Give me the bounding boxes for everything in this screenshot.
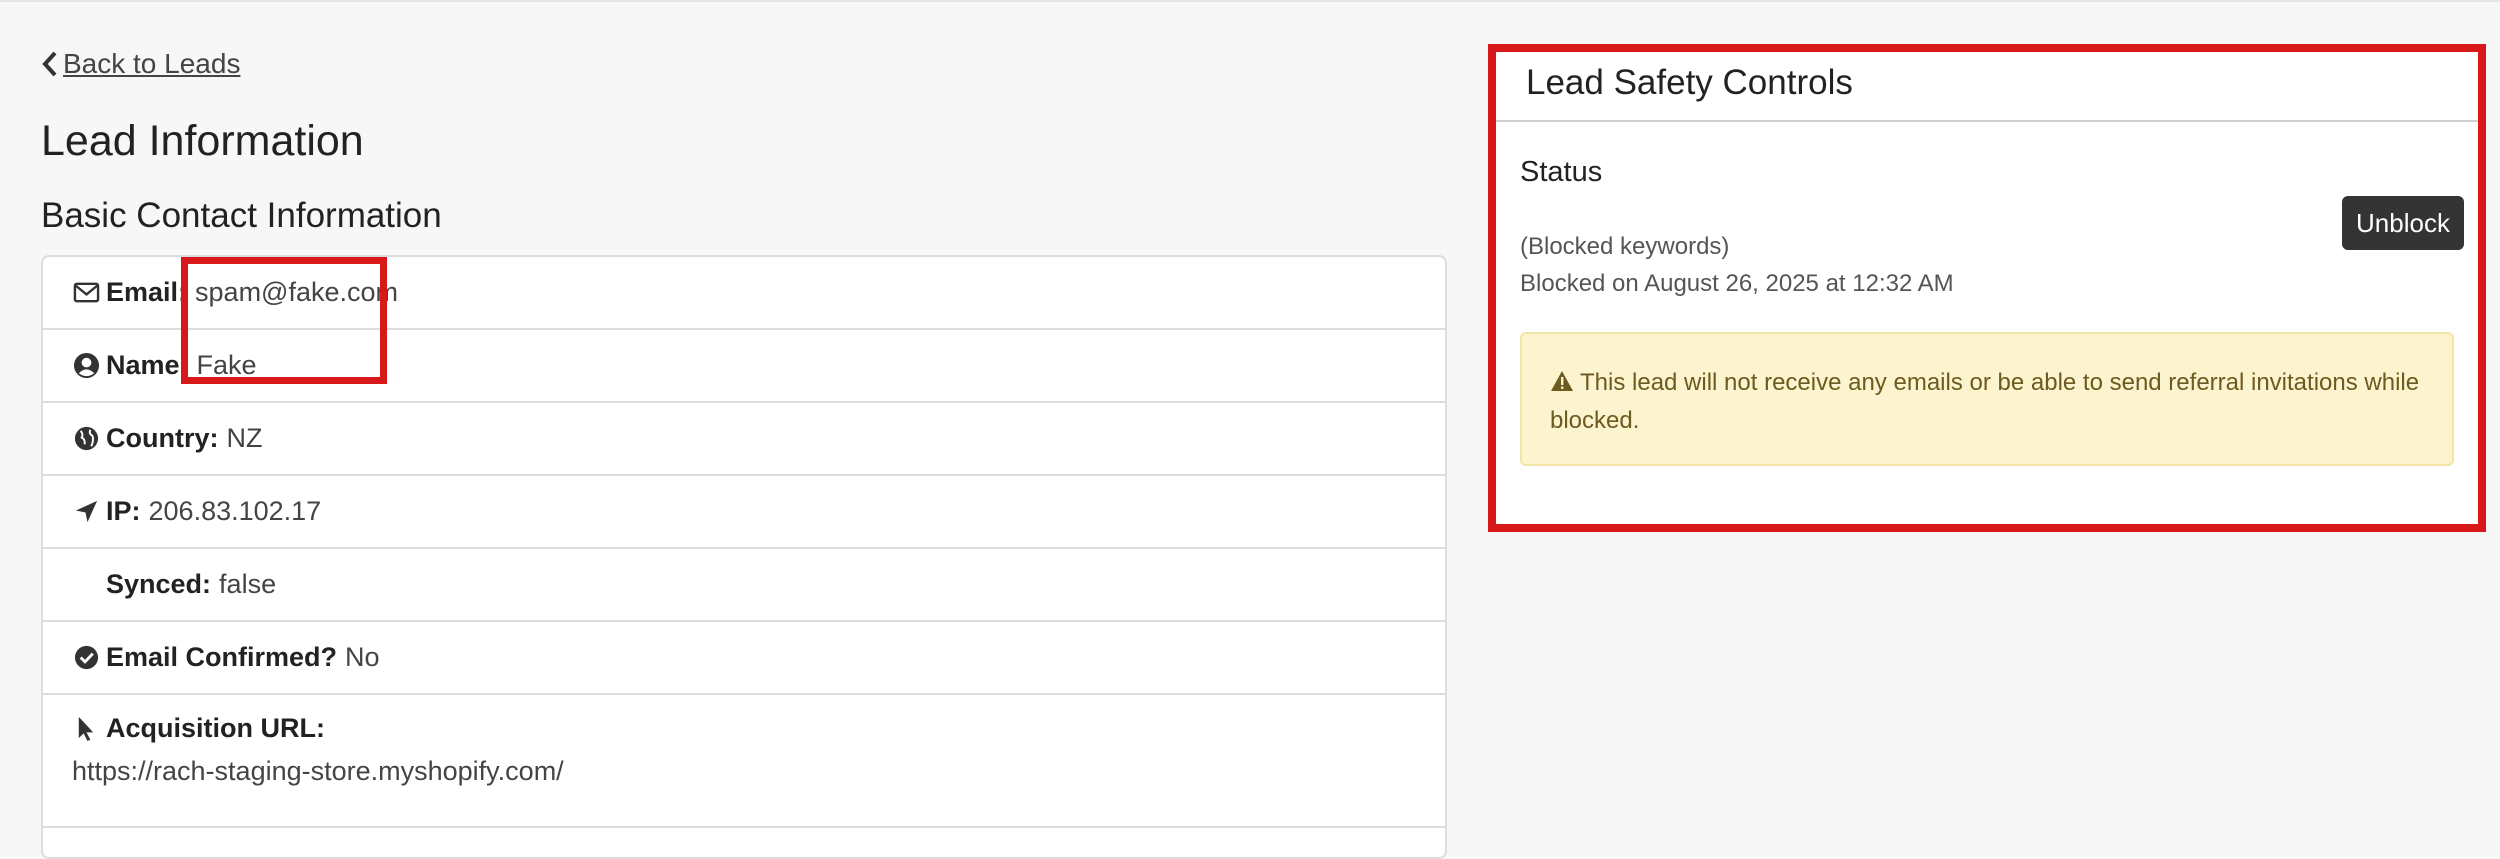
status-label: Status xyxy=(1520,156,1603,188)
synced-label: Synced: xyxy=(106,569,212,599)
back-to-leads-link[interactable]: Back to Leads xyxy=(41,48,240,80)
email-confirmed-value: No xyxy=(345,642,380,672)
user-circle-icon xyxy=(72,352,100,380)
envelope-icon xyxy=(72,279,100,307)
email-confirmed-row: Email Confirmed? No xyxy=(43,622,1445,695)
acquisition-url-row: Acquisition URL: https://rach-staging-st… xyxy=(43,695,1445,828)
chevron-left-icon xyxy=(42,51,57,77)
name-row: Name: Fake xyxy=(43,330,1445,403)
ip-row: IP: 206.83.102.17 xyxy=(43,476,1445,549)
email-label: Email: xyxy=(106,277,188,307)
globe-icon xyxy=(72,425,100,453)
section-title: Basic Contact Information xyxy=(41,196,442,235)
block-warning-alert: This lead will not receive any emails or… xyxy=(1520,332,2454,466)
name-label: Name: xyxy=(106,350,189,380)
back-link-label[interactable]: Back to Leads xyxy=(63,48,240,80)
warning-triangle-icon xyxy=(1551,371,1573,391)
safety-panel-title: Lead Safety Controls xyxy=(1490,46,2484,122)
page-title: Lead Information xyxy=(41,117,364,165)
check-circle-icon xyxy=(72,644,100,672)
blocked-on-date: Blocked on August 26, 2025 at 12:32 AM xyxy=(1520,270,1954,297)
ip-label: IP: xyxy=(106,496,141,526)
lead-safety-panel: Lead Safety Controls Status Unblock (Blo… xyxy=(1490,46,2484,530)
email-row: Email: spam@fake.com xyxy=(43,257,1445,330)
block-reason: (Blocked keywords) xyxy=(1520,233,1730,260)
mouse-pointer-icon xyxy=(72,715,100,743)
unblock-button[interactable]: Unblock xyxy=(2342,196,2464,250)
country-value: NZ xyxy=(226,423,263,453)
location-arrow-icon xyxy=(72,498,100,526)
name-value: Fake xyxy=(196,350,257,380)
synced-icon-spacer xyxy=(72,571,100,599)
country-label: Country: xyxy=(106,423,219,453)
acquisition-url-value: https://rach-staging-store.myshopify.com… xyxy=(72,756,564,786)
email-value: spam@fake.com xyxy=(195,277,399,307)
synced-row: Synced: false xyxy=(43,549,1445,622)
warning-text: This lead will not receive any emails or… xyxy=(1550,369,2420,434)
email-confirmed-label: Email Confirmed? xyxy=(106,642,338,672)
ip-value: 206.83.102.17 xyxy=(148,496,322,526)
acquisition-url-label: Acquisition URL: xyxy=(106,713,325,743)
country-row: Country: NZ xyxy=(43,403,1445,476)
contact-info-list: Email: spam@fake.com Name: Fake Country:… xyxy=(41,255,1447,859)
top-divider xyxy=(0,0,2500,2)
synced-value: false xyxy=(219,569,277,599)
